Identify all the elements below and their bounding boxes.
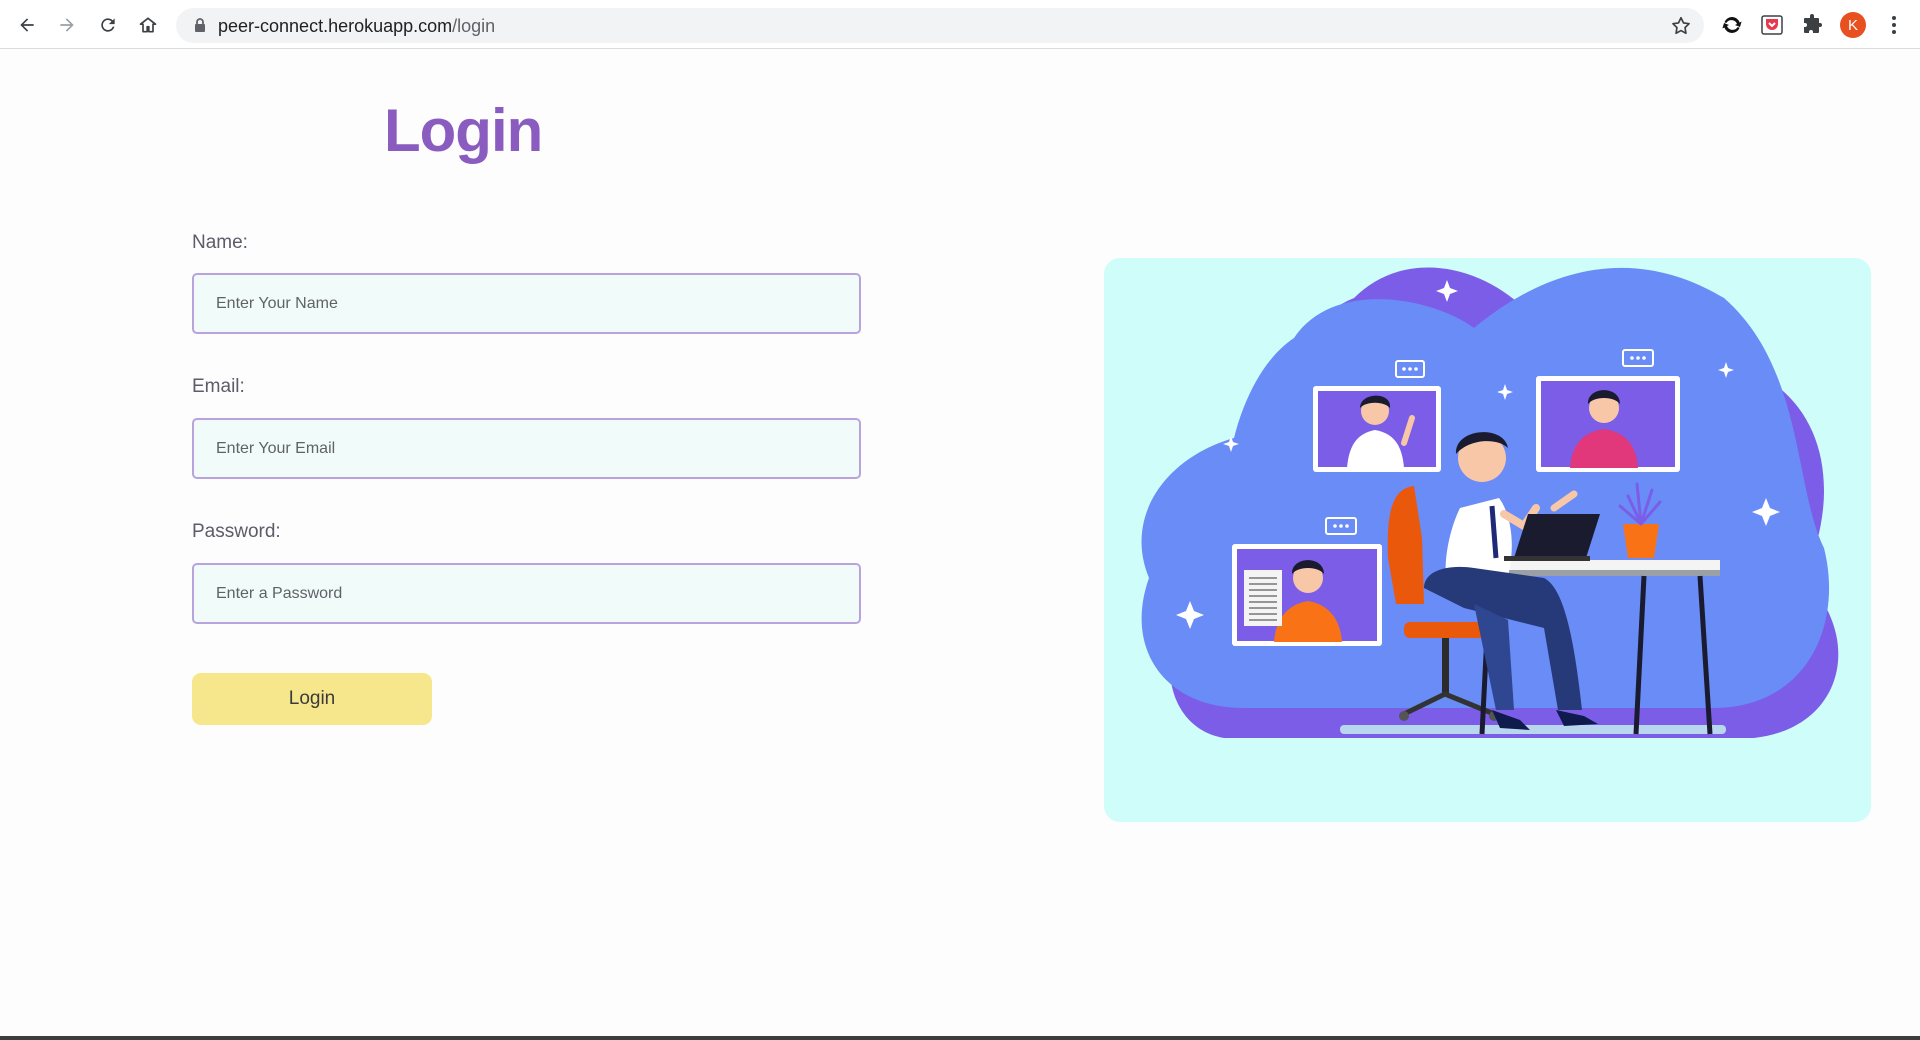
name-input[interactable] — [192, 273, 861, 334]
name-label: Name: — [192, 232, 248, 253]
home-icon[interactable] — [133, 10, 163, 40]
pocket-extension-icon[interactable] — [1760, 13, 1784, 37]
illustration-graphic — [1141, 267, 1839, 738]
star-icon[interactable] — [1670, 15, 1692, 37]
email-input[interactable] — [192, 418, 861, 479]
lock-icon[interactable] — [192, 17, 208, 33]
puzzle-icon[interactable] — [1800, 13, 1824, 37]
floor-shadow — [1340, 725, 1726, 734]
reload-icon[interactable] — [93, 10, 123, 40]
video-conference-illustration — [1104, 258, 1871, 822]
url-text[interactable]: peer-connect.herokuapp.com/login — [218, 16, 495, 37]
password-label: Password: — [192, 521, 281, 542]
url-path: /login — [452, 16, 496, 36]
kebab-menu-icon[interactable] — [1884, 13, 1904, 37]
forward-icon[interactable] — [52, 10, 82, 40]
email-label: Email: — [192, 376, 245, 397]
browser-toolbar: peer-connect.herokuapp.com/login K — [0, 0, 1920, 49]
profile-avatar[interactable]: K — [1840, 12, 1866, 38]
page-title: Login — [384, 97, 543, 164]
address-bar[interactable]: peer-connect.herokuapp.com/login — [176, 8, 1704, 43]
taskbar-edge — [0, 1036, 1920, 1040]
login-button[interactable]: Login — [192, 673, 432, 725]
sync-extension-icon[interactable] — [1720, 13, 1744, 37]
url-host: peer-connect.herokuapp.com — [218, 16, 453, 36]
password-input[interactable] — [192, 563, 861, 624]
back-icon[interactable] — [12, 10, 42, 40]
